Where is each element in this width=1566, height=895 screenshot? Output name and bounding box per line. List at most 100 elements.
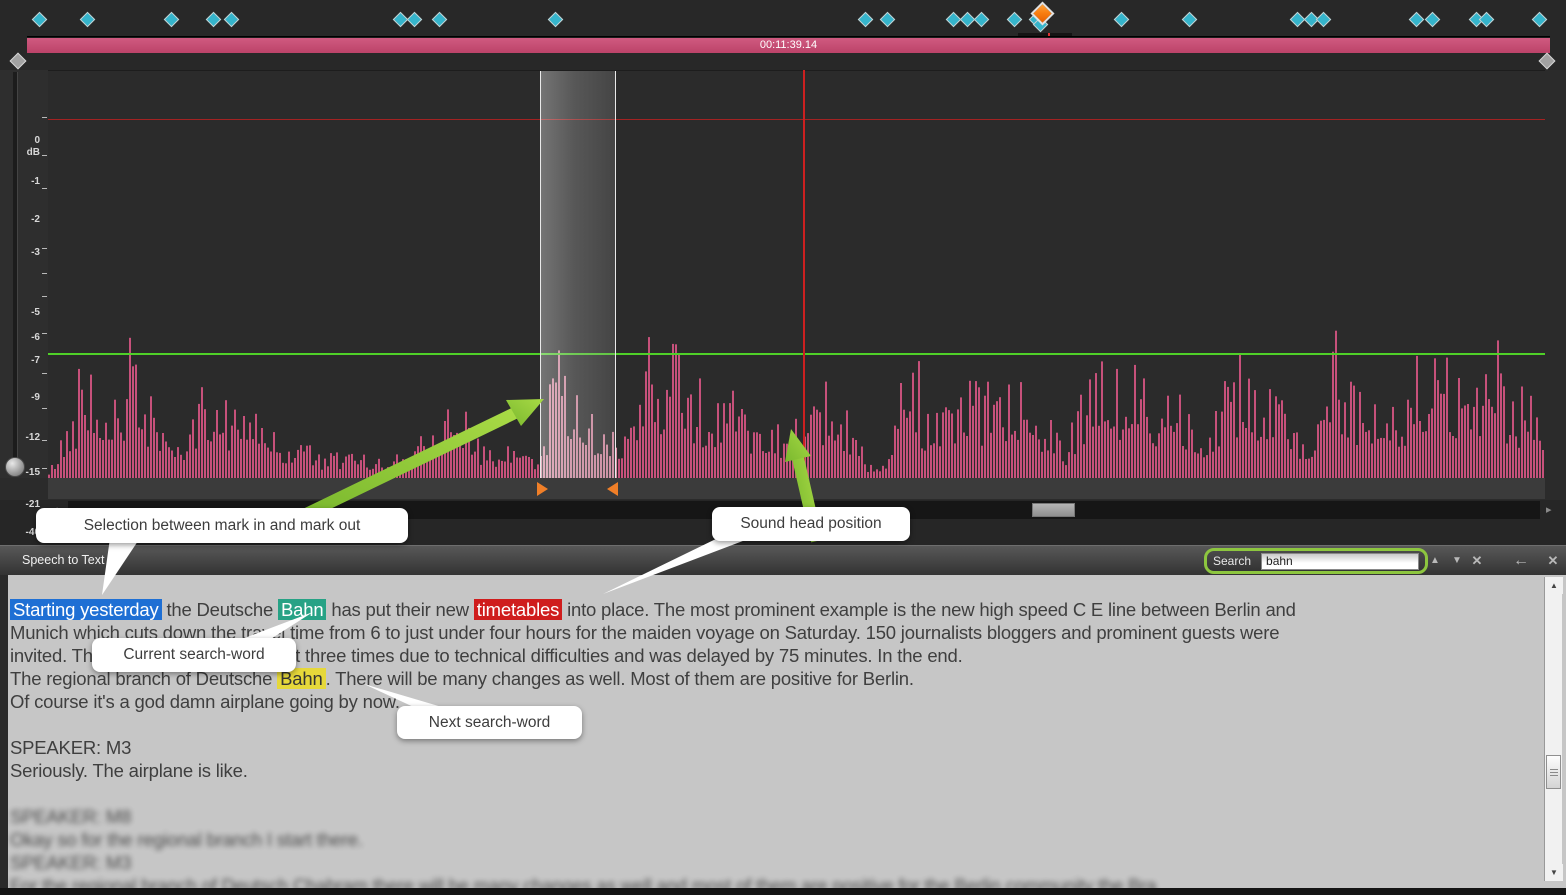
limit-line xyxy=(48,119,1545,120)
transcript-line[interactable]: SPEAKER: M3 xyxy=(10,736,1538,759)
cue-marker-icon[interactable] xyxy=(432,12,448,28)
db-scale-label: -40 xyxy=(4,527,40,538)
cue-marker-icon[interactable] xyxy=(1532,12,1548,28)
db-scale-label: -2 xyxy=(4,214,40,225)
selection-callout: Selection between mark in and mark out xyxy=(36,508,408,543)
timeline-progress-track[interactable]: 00:11:39.14 xyxy=(27,36,1550,53)
speech-panel-header: Speech to Text Search ▲ ▼ ✕ ← ✕ xyxy=(0,545,1566,575)
transcript-line[interactable]: Okay so for the regional branch I start … xyxy=(10,828,1538,851)
waveform-selection[interactable] xyxy=(540,71,616,478)
search-prev-icon[interactable]: ▲ xyxy=(1426,546,1444,576)
timeline-progress-bar[interactable]: 00:11:39.14 xyxy=(27,38,1550,53)
db-scale-tick xyxy=(42,155,47,156)
range-end-handle[interactable] xyxy=(1539,53,1556,70)
vscroll-thumb[interactable] xyxy=(1546,755,1561,789)
transcript-segment: . There will be many changes as well. Mo… xyxy=(326,668,914,689)
soundhead-callout: Sound head position xyxy=(712,507,910,541)
db-scale-label: -15 xyxy=(4,467,40,478)
vscroll-down-icon[interactable]: ▼ xyxy=(1545,864,1563,881)
transcript-segment: Okay so for the regional branch I start … xyxy=(10,829,363,850)
next-word-callout-label: Next search-word xyxy=(429,714,550,732)
transcript-segment: into place. The most prominent example i… xyxy=(562,599,1296,620)
db-scale-label: -1 xyxy=(4,176,40,187)
mark-in-icon[interactable] xyxy=(537,482,548,496)
db-scale-tick xyxy=(42,117,47,118)
cue-marker-icon[interactable] xyxy=(1479,12,1495,28)
cue-marker-icon[interactable] xyxy=(880,12,896,28)
level-slider-track[interactable] xyxy=(13,72,18,472)
next-word-callout: Next search-word xyxy=(397,706,582,739)
transcript-line[interactable]: Seriously. The airplane is like. xyxy=(10,759,1538,782)
transcript-line[interactable] xyxy=(10,782,1538,805)
transcript-line[interactable]: Starting yesterday the Deutsche Bahn has… xyxy=(10,598,1538,621)
waveform-panel: 0dB-1-2-3-5-6-7-9-12-15-21-40 ◂ ▸ xyxy=(0,70,1566,500)
search-hit-red: timetables xyxy=(474,599,562,620)
waveform-bars xyxy=(48,71,1545,478)
cue-marker-icon[interactable] xyxy=(32,12,48,28)
search-next-icon[interactable]: ▼ xyxy=(1448,546,1466,576)
db-scale-tick xyxy=(42,373,47,374)
db-scale-label: 0 xyxy=(4,135,40,146)
transcript-segment: the Deutsche xyxy=(162,599,279,620)
cue-marker-icon[interactable] xyxy=(1316,12,1332,28)
cue-marker-icon[interactable] xyxy=(206,12,222,28)
timecode-label: 00:11:39.14 xyxy=(27,38,1550,53)
transcript-line[interactable]: Of course it's a god damn airplane going… xyxy=(10,690,1538,713)
transcript-segment: has put their new xyxy=(326,599,473,620)
marker-timeline[interactable]: 00:11:39.14 xyxy=(0,0,1566,70)
range-start-handle[interactable] xyxy=(10,53,27,70)
playhead-line[interactable] xyxy=(803,70,805,500)
cue-marker-icon[interactable] xyxy=(858,12,874,28)
cue-marker-icon[interactable] xyxy=(974,12,990,28)
db-scale-label: -7 xyxy=(4,355,40,366)
search-hit-green: Bahn xyxy=(278,599,326,620)
db-scale-label: -21 xyxy=(4,499,40,510)
transcript-line[interactable]: SPEAKER: M3 xyxy=(10,851,1538,874)
panel-title: Speech to Text xyxy=(22,553,104,567)
db-scale-tick xyxy=(42,273,47,274)
soundhead-callout-label: Sound head position xyxy=(740,515,881,533)
search-hit-blue: Starting yesterday xyxy=(10,599,162,620)
back-icon[interactable]: ← xyxy=(1512,546,1530,576)
audio-editor-window: { "colors": { "accent_pink": "#c7517b", … xyxy=(0,0,1566,895)
db-scale-tick xyxy=(42,440,47,441)
search-label: Search xyxy=(1213,554,1251,568)
db-scale-tick xyxy=(42,333,47,334)
transcript-panel: Starting yesterday the Deutsche Bahn has… xyxy=(0,575,1566,888)
cue-marker-icon[interactable] xyxy=(224,12,240,28)
search-clear-icon[interactable]: ✕ xyxy=(1468,546,1486,576)
transcript-segment: SPEAKER: M3 xyxy=(10,852,131,873)
transcript-line[interactable]: SPEAKER: M8 xyxy=(10,805,1538,828)
cue-marker-icon[interactable] xyxy=(407,12,423,28)
transcript-line[interactable] xyxy=(10,713,1538,736)
cue-marker-icon[interactable] xyxy=(1007,12,1023,28)
window-bottom-edge xyxy=(0,888,1566,895)
vscroll-up-icon[interactable]: ▲ xyxy=(1545,577,1563,594)
panel-left-border xyxy=(0,575,8,888)
transcript-vscrollbar[interactable]: ▲ ▼ xyxy=(1544,577,1562,881)
db-scale-label: dB xyxy=(4,147,40,158)
current-word-callout: Current search-word xyxy=(92,638,296,672)
db-scale-label: -3 xyxy=(4,247,40,258)
mark-out-icon[interactable] xyxy=(607,482,618,496)
cue-marker-icon[interactable] xyxy=(1425,12,1441,28)
cue-marker-icon[interactable] xyxy=(80,12,96,28)
search-group: Search xyxy=(1204,548,1428,574)
hscroll-right-icon[interactable]: ▸ xyxy=(1546,501,1552,519)
db-scale-tick xyxy=(42,468,47,469)
db-scale-label: -6 xyxy=(4,332,40,343)
db-scale-tick xyxy=(42,296,47,297)
search-input[interactable] xyxy=(1261,553,1419,570)
cue-marker-icon[interactable] xyxy=(164,12,180,28)
waveform-plot[interactable] xyxy=(48,70,1545,478)
db-scale-label: -12 xyxy=(4,432,40,443)
cue-marker-icon[interactable] xyxy=(1114,12,1130,28)
db-scale-tick xyxy=(42,248,47,249)
panel-close-icon[interactable]: ✕ xyxy=(1544,546,1562,576)
mark-strip xyxy=(48,478,1545,499)
hscroll-thumb[interactable] xyxy=(1032,503,1075,517)
cue-marker-icon[interactable] xyxy=(548,12,564,28)
cue-marker-icon[interactable] xyxy=(1182,12,1198,28)
cue-marker-icon[interactable] xyxy=(1409,12,1425,28)
db-scale-tick xyxy=(42,408,47,409)
